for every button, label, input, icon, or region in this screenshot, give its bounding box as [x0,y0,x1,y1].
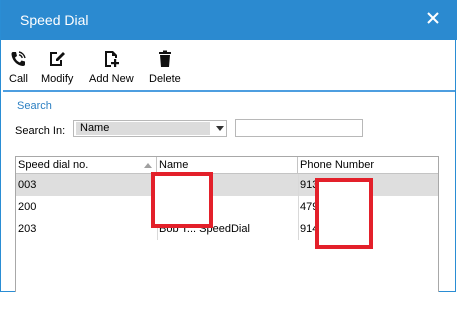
speed-dial-number-cell: 003 [18,179,37,191]
toolbar-divider [3,90,455,92]
add-new-label: Add New [89,73,134,85]
call-button[interactable]: Call [9,50,28,85]
close-icon [427,12,439,24]
column-header-speed-dial-no[interactable]: Speed dial no. [16,157,157,174]
search-field-value: Name [76,122,210,135]
add-new-button[interactable]: Add New [89,50,134,85]
search-field-select[interactable]: Name [73,120,227,137]
table-row[interactable]: 203 Bob T... SpeedDial 914 [16,218,438,240]
column-header-label: Speed dial no. [18,159,89,171]
trash-icon [158,50,171,67]
redaction-box [151,172,213,228]
column-divider [298,174,299,240]
edit-icon [50,52,66,66]
title-bar: Speed Dial [1,0,457,40]
search-in-label: Search In: [15,125,66,137]
delete-button[interactable]: Delete [149,50,181,85]
table-row[interactable]: 200 479 [16,196,438,218]
chevron-down-icon [216,126,224,131]
table-row[interactable]: 003 913 [16,174,438,196]
speed-dial-window: Speed Dial Call Modify Add New Delete Se… [0,0,457,292]
search-section-title: Search [17,100,52,112]
call-label: Call [9,73,28,85]
speed-dial-number-cell: 203 [18,223,37,235]
toolbar: Call Modify Add New Delete [1,40,455,90]
modify-button[interactable]: Modify [41,50,73,85]
window-title: Speed Dial [20,12,89,28]
search-input[interactable] [235,119,363,137]
add-document-icon [105,51,120,67]
redaction-box [315,178,373,249]
column-header-label: Name [159,159,189,171]
sort-ascending-icon [144,163,152,168]
column-header-phone-number[interactable]: Phone Number [298,157,438,174]
phone-icon [11,51,27,66]
speed-dial-table: Speed dial no. Name Phone Number 003 913… [15,156,439,292]
speed-dial-number-cell: 200 [18,201,37,213]
modify-label: Modify [41,73,74,85]
column-header-label: Phone Number [300,159,374,171]
delete-label: Delete [149,73,181,85]
close-button[interactable] [421,6,445,32]
